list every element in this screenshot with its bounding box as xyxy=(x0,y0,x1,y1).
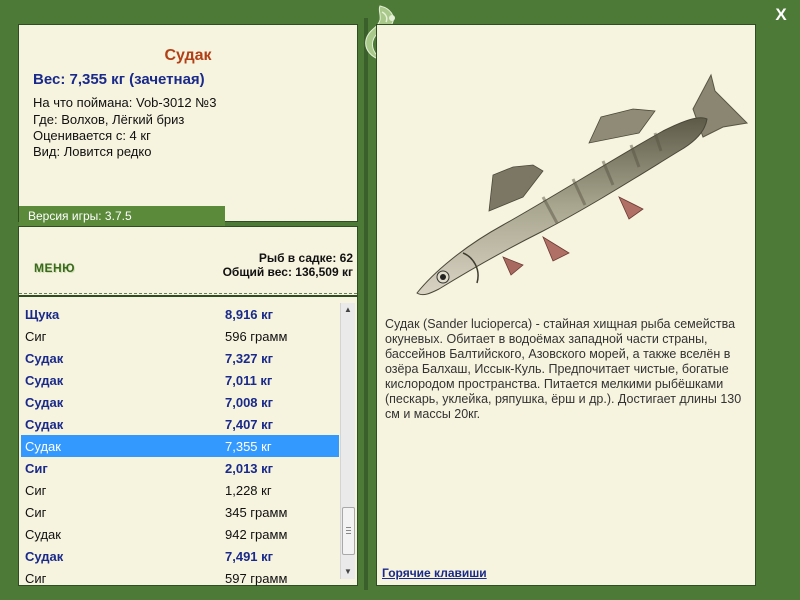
fish-details-panel: Судак (Sander lucioperca) - стайная хищн… xyxy=(376,24,756,586)
catch-list-row[interactable]: Судак 7,008 кг xyxy=(21,391,339,413)
vertical-divider xyxy=(364,18,368,590)
catch-list: Щука 8,916 кг Сиг 596 грамм Судак 7,327 кг Суд… xyxy=(21,303,339,589)
catch-fish-weight: 7,008 кг xyxy=(225,394,274,410)
catch-fish-weight: 345 грамм xyxy=(225,504,288,520)
scroll-thumb[interactable] xyxy=(342,507,355,555)
catch-list-row[interactable]: Судак 7,355 кг xyxy=(21,435,339,457)
scroll-up-arrow-icon[interactable]: ▲ xyxy=(341,303,355,317)
catch-list-row[interactable]: Судак 7,407 кг xyxy=(21,413,339,435)
catch-list-row[interactable]: Судак 7,491 кг xyxy=(21,545,339,567)
scroll-down-arrow-icon[interactable]: ▼ xyxy=(341,565,355,579)
thumb-grip xyxy=(346,530,351,531)
catch-fish-name: Судак xyxy=(25,438,61,454)
catch-fish-name: Сиг xyxy=(25,482,47,498)
fish-title: Судак xyxy=(164,47,212,64)
catch-list-row[interactable]: Судак 7,011 кг xyxy=(21,369,339,391)
catch-fish-weight: 7,491 кг xyxy=(225,548,274,564)
catch-fish-weight: 7,355 кг xyxy=(225,438,272,454)
catch-list-row[interactable]: Сиг 596 грамм xyxy=(21,325,339,347)
total-weight: Общий вес: 136,509 кг xyxy=(222,265,353,279)
catch-fish-name: Судак xyxy=(25,350,64,366)
version-bar: Версия игры: 3.7.5 xyxy=(19,206,225,226)
catch-list-row[interactable]: Сиг 345 грамм xyxy=(21,501,339,523)
zander-fish-image xyxy=(416,73,749,296)
catch-fish-name: Судак xyxy=(25,548,64,564)
catch-fish-weight: 7,011 кг xyxy=(225,372,273,388)
catch-fish-weight: 7,407 кг xyxy=(225,416,274,432)
catch-fish-name: Сиг xyxy=(25,328,47,344)
thumb-grip xyxy=(346,533,351,534)
catch-list-row[interactable]: Щука 8,916 кг xyxy=(21,303,339,325)
catch-list-row[interactable]: Сиг 597 грамм xyxy=(21,567,339,589)
location-text: Где: Волхов, Лёгкий бриз xyxy=(33,112,185,127)
catch-fish-name: Щука xyxy=(25,306,60,322)
catch-fish-weight: 597 грамм xyxy=(225,570,288,586)
catch-fish-name: Судак xyxy=(25,416,64,432)
catch-fish-name: Сиг xyxy=(25,504,47,520)
cage-summary-panel: меню Рыб в садке: 62 Общий вес: 136,509 … xyxy=(18,226,358,296)
menu-button[interactable]: меню xyxy=(34,261,75,275)
catch-fish-weight: 7,327 кг xyxy=(225,350,274,366)
list-scrollbar[interactable]: ▲ ▼ xyxy=(340,303,355,579)
fish-weight: Вес: 7,355 кг (зачетная) xyxy=(33,71,205,88)
catch-fish-weight: 2,013 кг xyxy=(225,460,274,476)
catch-fish-weight: 596 грамм xyxy=(225,328,288,344)
rated-from-text: Оценивается с: 4 кг xyxy=(33,128,151,143)
dashed-divider xyxy=(19,293,357,294)
catch-list-row[interactable]: Сиг 1,228 кг xyxy=(21,479,339,501)
cage-stats: Рыб в садке: 62 Общий вес: 136,509 кг xyxy=(223,251,353,279)
catch-list-row[interactable]: Сиг 2,013 кг xyxy=(21,457,339,479)
caught-with-text: На что поймана: Vob-3012 №3 xyxy=(33,95,217,110)
catch-fish-weight: 1,228 кг xyxy=(225,482,272,498)
fish-description: Судак (Sander lucioperca) - стайная хищн… xyxy=(385,317,742,421)
catch-list-row[interactable]: Судак 7,327 кг xyxy=(21,347,339,369)
fish-info-panel: Судак Вес: 7,355 кг (зачетная) На что по… xyxy=(18,24,358,226)
catch-fish-weight: 8,916 кг xyxy=(225,306,274,322)
close-button[interactable]: X xyxy=(772,6,790,24)
rarity-text: Вид: Ловится редко xyxy=(33,144,152,159)
thumb-grip xyxy=(346,527,351,528)
catch-fish-name: Судак xyxy=(25,394,64,410)
catch-fish-name: Сиг xyxy=(25,570,47,586)
catch-fish-name: Судак xyxy=(25,526,61,542)
catch-list-panel: Щука 8,916 кг Сиг 596 грамм Судак 7,327 кг Суд… xyxy=(18,296,358,586)
catch-fish-name: Сиг xyxy=(25,460,48,476)
catch-list-row[interactable]: Судак 942 грамм xyxy=(21,523,339,545)
catch-fish-name: Судак xyxy=(25,372,64,388)
catch-fish-weight: 942 грамм xyxy=(225,526,288,542)
fish-count: Рыб в садке: 62 xyxy=(258,251,353,265)
hotkeys-link[interactable]: Горячие клавиши xyxy=(382,566,487,580)
